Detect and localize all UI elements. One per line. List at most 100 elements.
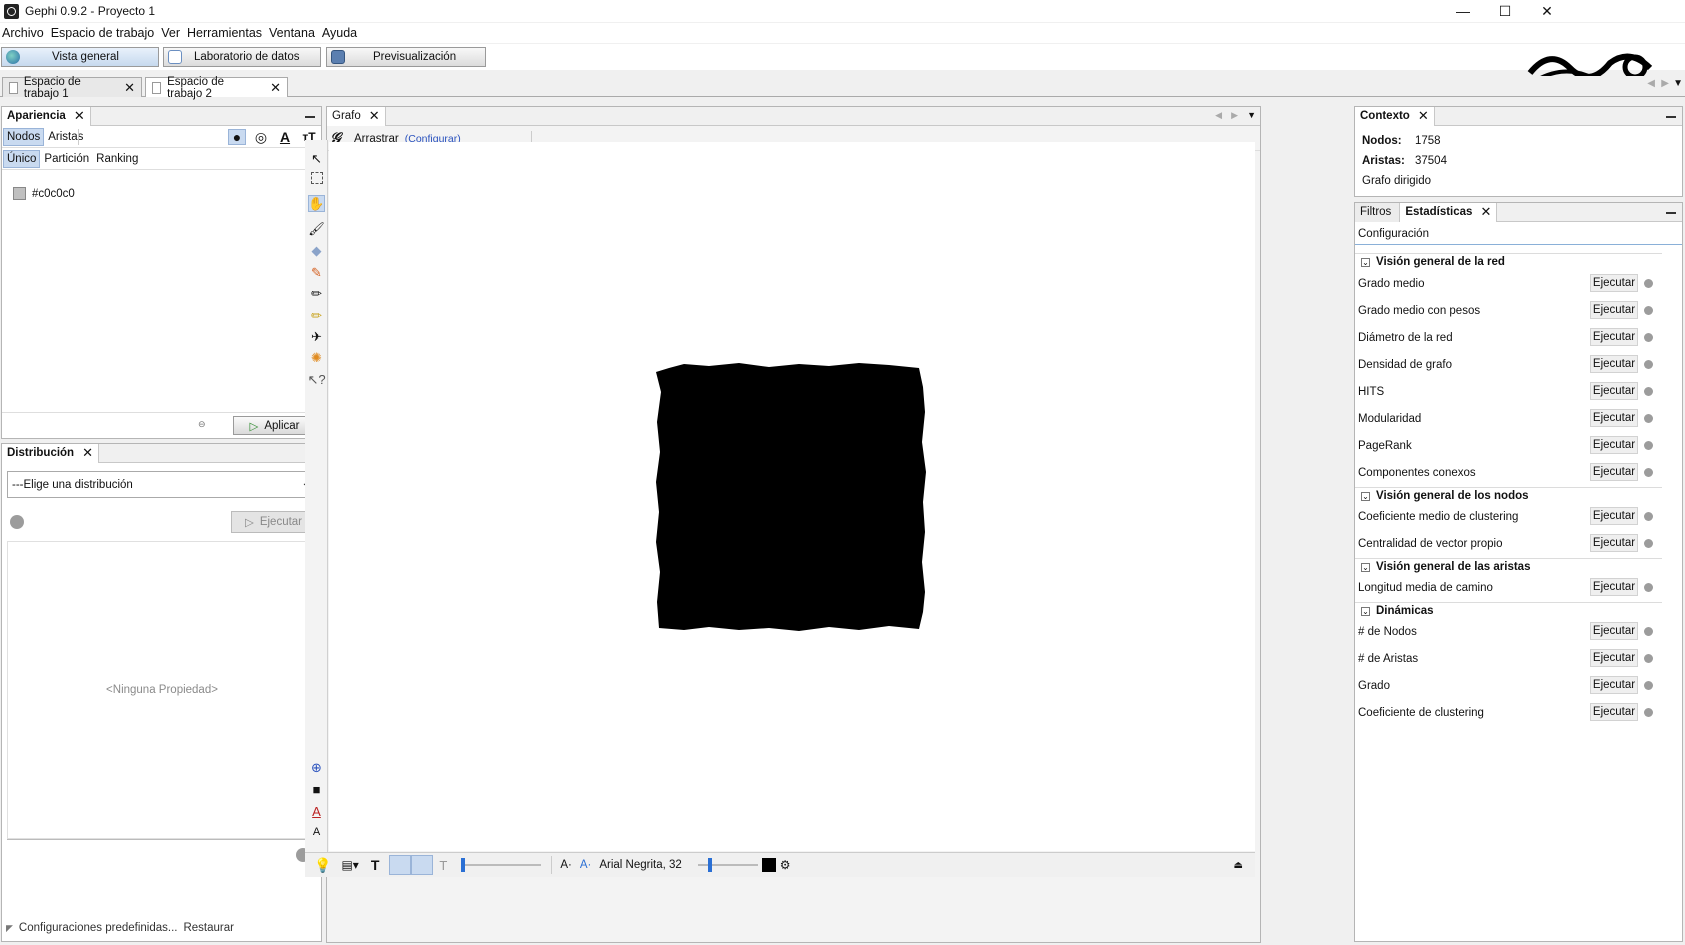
stat-info-icon[interactable]	[1644, 468, 1653, 477]
stat-info-icon[interactable]	[1644, 583, 1653, 592]
label-settings-icon[interactable]: ⚙	[780, 858, 791, 872]
tab-list-dropdown-icon[interactable]: ▼	[1673, 78, 1683, 89]
presets-link[interactable]: Configuraciones predefinidas...	[19, 922, 178, 934]
edge-color-mode-icon[interactable]	[411, 855, 434, 875]
font-color-icon[interactable]: A	[308, 803, 325, 820]
tab-edges[interactable]: Aristas	[45, 129, 86, 145]
label-size-mode-icon[interactable]: T	[439, 858, 447, 873]
label-color-swatch[interactable]	[761, 858, 776, 872]
stat-group-nodes[interactable]: ⌄ Visión general de los nodos	[1355, 487, 1662, 504]
stat-info-icon[interactable]	[1644, 539, 1653, 548]
run-stat-button[interactable]: Ejecutar	[1590, 463, 1638, 481]
pencil-icon[interactable]: ✏	[308, 285, 325, 302]
tab-graph[interactable]: Grafo ✕	[327, 106, 386, 126]
stat-info-icon[interactable]	[1644, 387, 1653, 396]
close-icon[interactable]: ✕	[1480, 204, 1491, 220]
run-stat-button[interactable]: Ejecutar	[1590, 328, 1638, 346]
run-stat-button[interactable]: Ejecutar	[1590, 355, 1638, 373]
tab-context[interactable]: Contexto ✕	[1355, 106, 1435, 126]
minimize-icon[interactable]	[1666, 116, 1676, 118]
run-stat-button[interactable]: Ejecutar	[1590, 649, 1638, 667]
background-color-icon[interactable]: ■	[308, 781, 325, 798]
stat-info-icon[interactable]	[1644, 414, 1653, 423]
collapse-toggle-icon[interactable]: ⌄	[1361, 606, 1370, 616]
restore-link[interactable]: Restaurar	[183, 922, 234, 934]
collapse-toolbar-icon[interactable]: ⏏	[1234, 860, 1243, 871]
tab-menu-dropdown-icon[interactable]: ▼	[1247, 110, 1256, 120]
screenshot-icon[interactable]: ▤▾	[341, 858, 358, 872]
stat-info-icon[interactable]	[1644, 306, 1653, 315]
tab-statistics[interactable]: Estadísticas ✕	[1400, 202, 1498, 222]
run-stat-button[interactable]: Ejecutar	[1590, 507, 1638, 525]
stat-info-icon[interactable]	[1644, 441, 1653, 450]
maximize-window-button[interactable]: ☐	[1482, 0, 1528, 22]
run-stat-button[interactable]: Ejecutar	[1590, 578, 1638, 596]
scroll-left-icon[interactable]: ◀	[1215, 110, 1222, 121]
expand-icon[interactable]: ◤	[6, 923, 13, 934]
size-icon[interactable]: ◎	[252, 129, 270, 145]
data-lab-perspective-button[interactable]: Laboratorio de datos	[163, 47, 321, 67]
preview-perspective-button[interactable]: Previsualización	[326, 47, 486, 67]
run-stat-button[interactable]: Ejecutar	[1590, 301, 1638, 319]
menu-herramientas[interactable]: Herramientas	[185, 26, 267, 40]
scroll-right-icon[interactable]: ▶	[1231, 110, 1238, 121]
minimize-icon[interactable]	[305, 116, 315, 118]
text-tool-icon[interactable]: T	[371, 857, 380, 873]
tab-workspace-2[interactable]: Espacio de trabajo 2 ✕	[145, 76, 288, 100]
stat-info-icon[interactable]	[1644, 512, 1653, 521]
layout-select[interactable]: ---Elige una distribución ⌄	[7, 471, 317, 498]
close-window-button[interactable]: ✕	[1524, 0, 1570, 22]
color-swatch[interactable]	[13, 187, 26, 200]
font-icon-blue[interactable]: A·	[580, 859, 592, 871]
minimize-icon[interactable]	[1666, 212, 1676, 214]
tab-partition[interactable]: Partición	[41, 151, 92, 167]
close-icon[interactable]: ✕	[270, 80, 281, 96]
collapse-toggle-icon[interactable]: ⌄	[1361, 562, 1370, 572]
stat-info-icon[interactable]	[1644, 333, 1653, 342]
stat-info-icon[interactable]	[1644, 279, 1653, 288]
shortest-path-icon[interactable]: ✈	[308, 328, 325, 345]
tab-scroll-right-icon[interactable]: ▶	[1661, 78, 1669, 89]
label-size-slider[interactable]	[697, 858, 758, 872]
link-icon[interactable]: ⊖	[198, 419, 206, 430]
stat-info-icon[interactable]	[1644, 627, 1653, 636]
select-pointer-icon[interactable]: ↖	[308, 150, 325, 167]
font-label[interactable]: Arial Negrita, 32	[599, 859, 681, 871]
brush-icon[interactable]: 🖌	[308, 220, 325, 237]
menu-ver[interactable]: Ver	[159, 26, 185, 40]
stat-group-edges[interactable]: ⌄ Visión general de las aristas	[1355, 558, 1662, 575]
close-icon[interactable]: ✕	[124, 80, 135, 96]
rectangle-select-icon[interactable]	[311, 172, 323, 184]
edge-thickness-slider[interactable]	[461, 858, 542, 872]
tab-nodes[interactable]: Nodos	[3, 127, 45, 146]
stat-group-network[interactable]: ⌄ Visión general de la red	[1355, 253, 1662, 270]
heat-map-icon[interactable]: ✺	[308, 349, 325, 366]
run-stat-button[interactable]: Ejecutar	[1590, 436, 1638, 454]
run-layout-button[interactable]: ▷ Ejecutar	[231, 511, 316, 533]
menu-ventana[interactable]: Ventana	[267, 26, 320, 40]
help-cursor-icon[interactable]: ↖?	[307, 371, 325, 388]
stat-info-icon[interactable]	[1644, 681, 1653, 690]
tab-appearance[interactable]: Apariencia ✕	[2, 106, 91, 126]
tab-ranking[interactable]: Ranking	[93, 151, 141, 167]
color-palette-icon[interactable]: ●	[228, 129, 246, 145]
stat-group-dynamics[interactable]: ⌄ Dinámicas	[1355, 602, 1662, 619]
stat-info-icon[interactable]	[1644, 708, 1653, 717]
lightbulb-icon[interactable]: 💡	[314, 857, 331, 874]
tab-workspace-1[interactable]: Espacio de trabajo 1 ✕	[2, 76, 142, 100]
edge-pencil-icon[interactable]: ✏	[308, 307, 325, 324]
drag-hand-icon[interactable]: ✋	[308, 195, 325, 212]
paint-bucket-icon[interactable]: ✎	[308, 264, 325, 281]
font-icon[interactable]: A	[308, 823, 325, 840]
run-stat-button[interactable]: Ejecutar	[1590, 534, 1638, 552]
info-icon[interactable]	[10, 515, 24, 529]
apply-button[interactable]: ▷ Aplicar	[233, 416, 316, 435]
close-icon[interactable]: ✕	[82, 445, 93, 461]
show-edges-icon[interactable]	[389, 855, 412, 875]
collapse-toggle-icon[interactable]: ⌄	[1361, 491, 1370, 501]
close-icon[interactable]: ✕	[74, 108, 85, 124]
tab-filters[interactable]: Filtros	[1355, 202, 1401, 222]
close-icon[interactable]: ✕	[369, 108, 380, 124]
menu-archivo[interactable]: Archivo	[0, 26, 49, 40]
stat-info-icon[interactable]	[1644, 360, 1653, 369]
